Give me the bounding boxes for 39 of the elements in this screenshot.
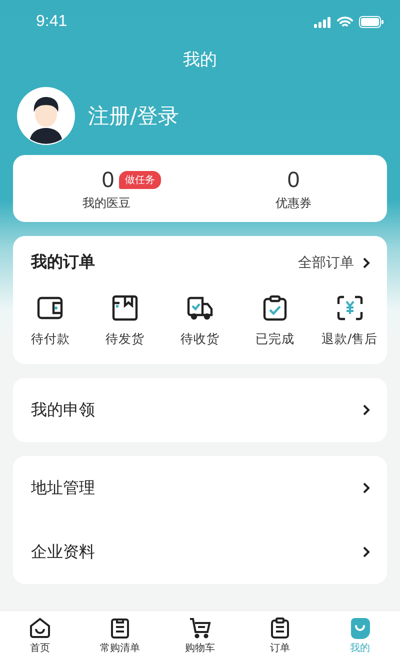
list-icon — [109, 617, 131, 639]
chevron-icon — [362, 256, 370, 268]
order-status-label: 待收货 — [180, 331, 220, 348]
tab-item[interactable]: 常购清单 — [80, 611, 160, 661]
stat-label: 我的医豆 — [82, 195, 130, 212]
clipboard-check-icon[interactable] — [262, 295, 288, 321]
order-status-label: 已完成 — [255, 331, 294, 348]
menu-item[interactable]: 地址管理 — [31, 478, 95, 498]
clipboard-icon — [269, 617, 291, 639]
orders-title: 我的订单 — [31, 252, 96, 273]
menu-item[interactable]: 企业资料 — [31, 542, 95, 562]
order-status-label: 待付款 — [30, 331, 70, 348]
cart-icon — [189, 617, 211, 639]
tab-item[interactable]: 购物车 — [160, 611, 240, 661]
order-status-label: 待发货 — [106, 331, 145, 348]
tab-item[interactable]: 订单 — [240, 611, 320, 661]
chevron-icon — [362, 546, 370, 558]
yen-icon[interactable] — [336, 295, 363, 321]
wifi-icon — [337, 16, 353, 28]
task-badge[interactable]: 做任务 — [119, 171, 162, 189]
menu-item[interactable]: 我的申领 — [31, 400, 95, 420]
stat-value: 0 — [102, 167, 114, 193]
smile-icon — [349, 617, 371, 639]
stat-label: 优惠券 — [276, 195, 312, 212]
status-time: 9:41 — [36, 13, 68, 31]
avatar-icon — [17, 87, 75, 145]
signal-icon — [314, 16, 331, 28]
all-orders-link[interactable]: 全部订单 — [298, 254, 354, 272]
page-title: 我的 — [182, 49, 218, 72]
chevron-icon — [362, 482, 370, 494]
battery-icon — [359, 16, 384, 28]
truck-icon[interactable] — [186, 295, 213, 321]
box-icon[interactable] — [112, 295, 138, 321]
home-icon — [29, 617, 51, 639]
order-status-label: 退款/售后 — [321, 331, 378, 348]
tab-item[interactable]: 首页 — [0, 611, 80, 661]
stat-value: 0 — [287, 167, 300, 193]
chevron-icon — [362, 404, 370, 416]
wallet-icon[interactable] — [37, 295, 64, 321]
